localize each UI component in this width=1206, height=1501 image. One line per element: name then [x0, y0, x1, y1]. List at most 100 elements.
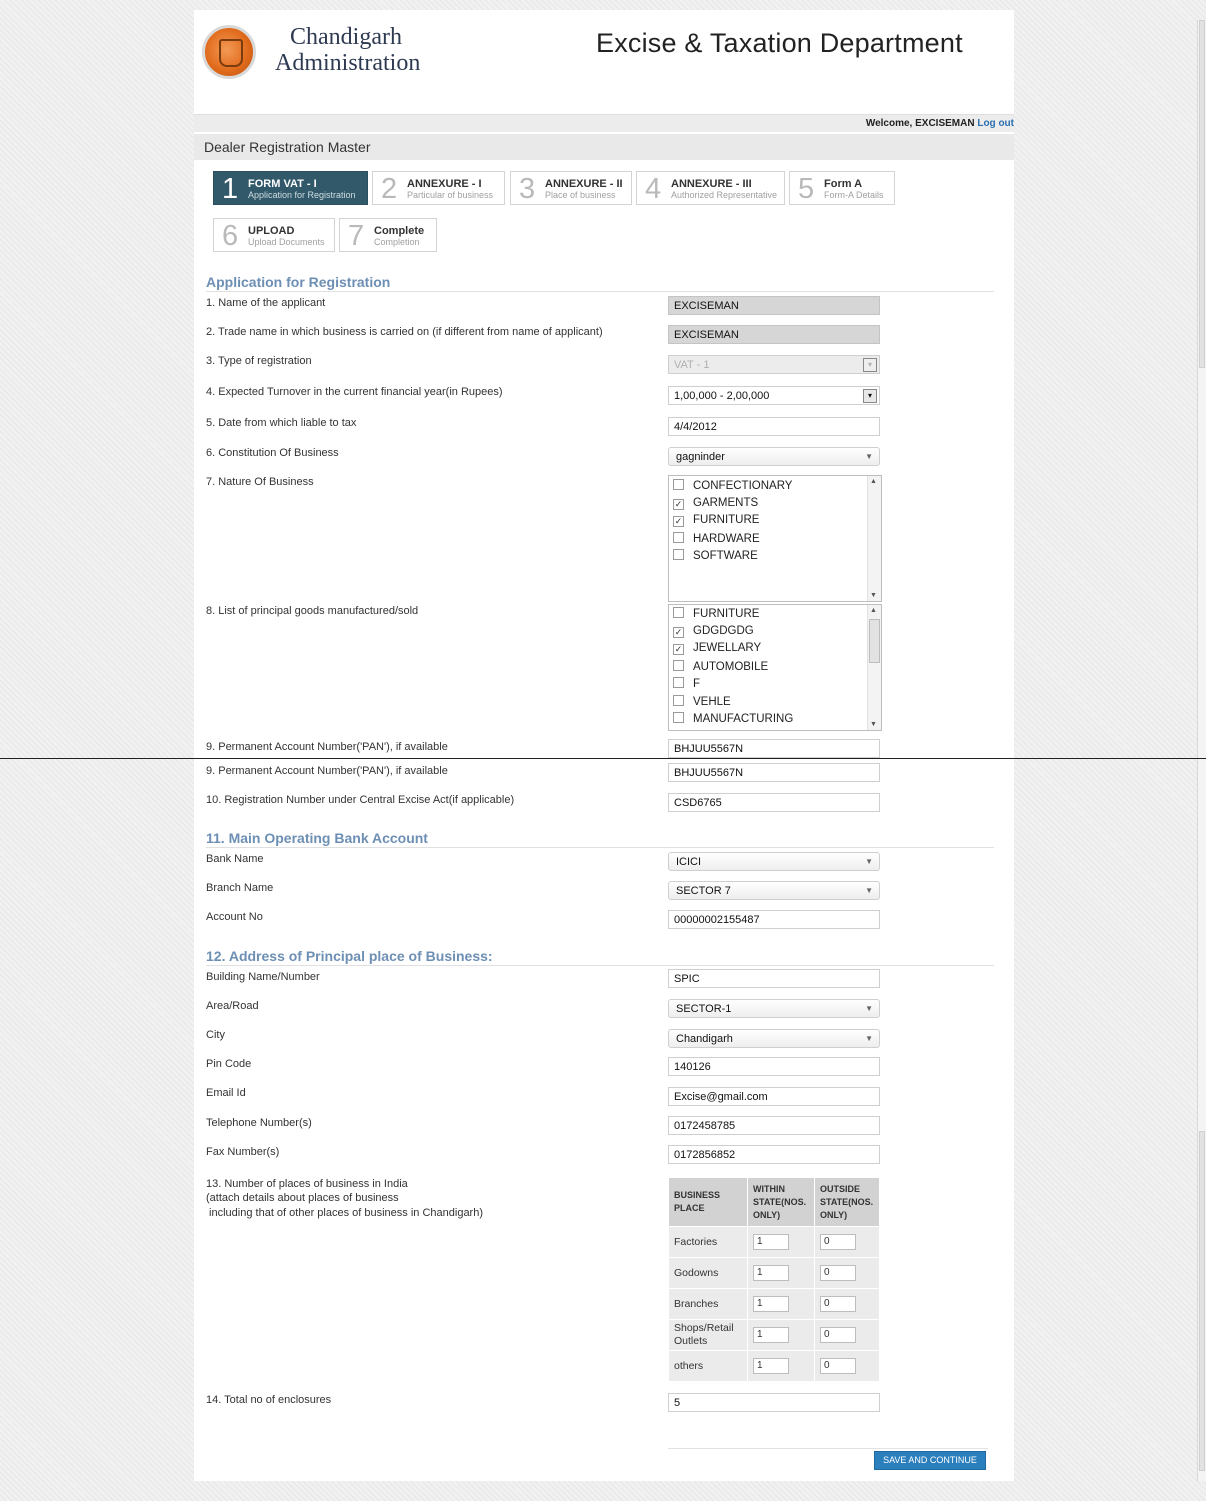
- bank-name-select[interactable]: ICICI ▼: [668, 852, 880, 871]
- list-item[interactable]: SOFTWARE: [673, 549, 758, 562]
- checkbox-icon[interactable]: [673, 677, 684, 688]
- list-scrollbar[interactable]: ▲ ▼: [867, 476, 881, 601]
- scroll-thumb[interactable]: [1199, 20, 1205, 368]
- checkbox-icon[interactable]: [673, 660, 684, 671]
- enclosures-field[interactable]: 5: [668, 1393, 880, 1412]
- checkbox-checked-icon[interactable]: ✓: [673, 644, 684, 655]
- city-select[interactable]: Chandigarh ▼: [668, 1029, 880, 1048]
- area-road-select[interactable]: SECTOR-1 ▼: [668, 999, 880, 1018]
- within-state-input[interactable]: 1: [753, 1327, 789, 1343]
- within-state-input[interactable]: 1: [753, 1358, 789, 1374]
- label-applicant-name: 1. Name of the applicant: [206, 297, 326, 309]
- step-form-vat-1[interactable]: 1 FORM VAT - I Application for Registrat…: [213, 171, 368, 205]
- pin-code-field[interactable]: 140126: [668, 1057, 880, 1076]
- central-excise-field[interactable]: CSD6765: [668, 793, 880, 812]
- checkbox-icon[interactable]: [673, 695, 684, 706]
- list-item[interactable]: FURNITURE: [673, 607, 759, 620]
- option-label: CONFECTIONARY: [693, 480, 793, 492]
- list-item[interactable]: ✓ FURNITURE: [673, 514, 759, 527]
- step-number: 5: [798, 173, 815, 205]
- welcome-text: Welcome, EXCISEMAN: [865, 118, 975, 129]
- checkbox-icon[interactable]: [673, 549, 684, 560]
- email-field[interactable]: Excise@gmail.com: [668, 1087, 880, 1106]
- within-state-input[interactable]: 1: [753, 1265, 789, 1281]
- list-item[interactable]: VEHLE: [673, 695, 731, 708]
- option-label: JEWELLARY: [693, 642, 762, 654]
- scroll-down-icon[interactable]: ▼: [870, 721, 877, 728]
- outside-state-input[interactable]: 0: [820, 1296, 856, 1312]
- checkbox-icon[interactable]: [673, 479, 684, 490]
- scroll-thumb[interactable]: [1199, 1131, 1205, 1471]
- step-annexure-1[interactable]: 2 ANNEXURE - I Particular of business: [372, 171, 505, 205]
- label-pan: 9. Permanent Account Number('PAN'), if a…: [206, 765, 448, 777]
- telephone-field[interactable]: 0172458785: [668, 1116, 880, 1135]
- list-item[interactable]: AUTOMOBILE: [673, 660, 768, 673]
- table-row: Shops/Retail Outlets 1 0: [668, 1319, 880, 1351]
- scroll-up-icon[interactable]: ▲: [870, 478, 877, 485]
- page-scrollbar[interactable]: [1197, 20, 1206, 758]
- step-complete[interactable]: 7 Complete Completion: [339, 218, 437, 252]
- step-number: 1: [222, 173, 239, 205]
- list-item[interactable]: F: [673, 677, 700, 690]
- label-city: City: [206, 1029, 225, 1041]
- checkbox-checked-icon[interactable]: ✓: [673, 516, 684, 527]
- branch-name-select[interactable]: SECTOR 7 ▼: [668, 881, 880, 900]
- nature-of-business-list[interactable]: CONFECTIONARY ✓ GARMENTS ✓ FURNITURE HARDW…: [668, 475, 882, 602]
- place-name: Branches: [668, 1288, 748, 1320]
- label-pin-code: Pin Code: [206, 1058, 252, 1070]
- outside-state-input[interactable]: 0: [820, 1327, 856, 1343]
- logout-link[interactable]: Log out: [977, 118, 1014, 129]
- scroll-up-icon[interactable]: ▲: [870, 607, 877, 614]
- list-item[interactable]: MANUFACTURING: [673, 712, 793, 725]
- place-name: Shops/Retail Outlets: [668, 1319, 748, 1351]
- checkbox-icon[interactable]: [673, 532, 684, 543]
- within-state-input[interactable]: 1: [753, 1234, 789, 1250]
- constitution-select[interactable]: gagninder ▼: [668, 447, 880, 466]
- branch-name-value: SECTOR 7: [676, 885, 731, 897]
- area-road-value: SECTOR-1: [676, 1003, 732, 1015]
- list-item[interactable]: ✓ JEWELLARY: [673, 642, 761, 655]
- list-item[interactable]: CONFECTIONARY: [673, 479, 792, 492]
- brand-line-2: Administration: [275, 50, 421, 76]
- trade-name-field[interactable]: EXCISEMAN: [668, 325, 880, 344]
- outside-state-input[interactable]: 0: [820, 1265, 856, 1281]
- checkbox-checked-icon[interactable]: ✓: [673, 499, 684, 510]
- step-upload[interactable]: 6 UPLOAD Upload Documents: [213, 218, 335, 252]
- step-sublabel: Completion: [374, 237, 420, 247]
- step-sublabel: Particular of business: [407, 190, 494, 200]
- pan-field[interactable]: BHJUU5567N: [668, 739, 880, 758]
- label-registration-type: 3. Type of registration: [206, 355, 312, 367]
- step-form-a[interactable]: 5 Form A Form-A Details: [789, 171, 895, 205]
- outside-state-input[interactable]: 0: [820, 1358, 856, 1374]
- checkbox-icon[interactable]: [673, 712, 684, 723]
- checkbox-icon[interactable]: [673, 607, 684, 618]
- account-no-field[interactable]: 00000002155487: [668, 910, 880, 929]
- outside-state-input[interactable]: 0: [820, 1234, 856, 1250]
- turnover-select[interactable]: 1,00,000 - 2,00,000 ▾: [668, 386, 880, 405]
- step-label: Form A: [824, 178, 863, 190]
- page-scrollbar[interactable]: [1197, 759, 1206, 1481]
- step-sublabel: Place of business: [545, 190, 616, 200]
- label-principal-goods: 8. List of principal goods manufactured/…: [206, 605, 419, 617]
- table-row: others 1 0: [668, 1350, 880, 1382]
- liable-date-field[interactable]: 4/4/2012: [668, 417, 880, 436]
- option-label: GDGDGDG: [693, 625, 754, 637]
- pan-field[interactable]: BHJUU5567N: [668, 763, 880, 782]
- step-annexure-3[interactable]: 4 ANNEXURE - III Authorized Representati…: [636, 171, 785, 205]
- fax-field[interactable]: 0172856852: [668, 1145, 880, 1164]
- list-item[interactable]: ✓ GDGDGDG: [673, 625, 754, 638]
- applicant-name-field[interactable]: EXCISEMAN: [668, 296, 880, 315]
- scroll-thumb[interactable]: [869, 619, 880, 663]
- save-and-continue-button[interactable]: SAVE AND CONTINUE: [874, 1451, 986, 1470]
- list-item[interactable]: HARDWARE: [673, 532, 760, 545]
- scroll-down-icon[interactable]: ▼: [870, 592, 877, 599]
- checkbox-checked-icon[interactable]: ✓: [673, 627, 684, 638]
- principal-goods-list[interactable]: FURNITURE ✓ GDGDGDG ✓ JEWELLARY AUTOMOBILE…: [668, 604, 882, 731]
- step-annexure-2[interactable]: 3 ANNEXURE - II Place of business: [510, 171, 632, 205]
- building-field[interactable]: SPIC: [668, 969, 880, 988]
- within-state-input[interactable]: 1: [753, 1296, 789, 1312]
- registration-type-select[interactable]: VAT - 1 ▾: [668, 355, 880, 374]
- list-item[interactable]: ✓ GARMENTS: [673, 497, 758, 510]
- list-scrollbar[interactable]: ▲ ▼: [867, 605, 881, 730]
- option-label: SOFTWARE: [693, 550, 758, 562]
